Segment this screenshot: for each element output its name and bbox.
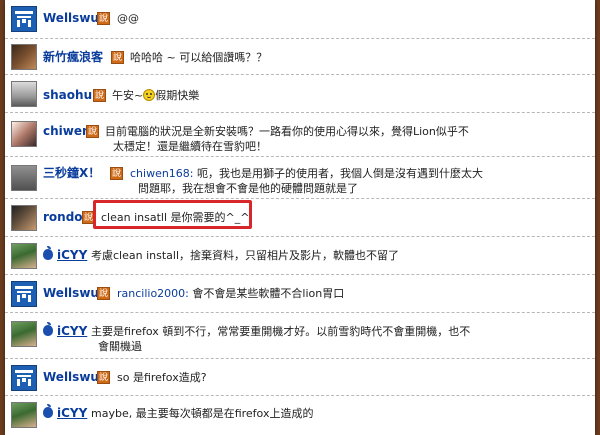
avatar[interactable] xyxy=(11,281,37,307)
avatar[interactable] xyxy=(11,81,37,107)
username[interactable]: chiwen xyxy=(43,124,91,138)
comment-text: so 是firefox造成? xyxy=(117,371,207,384)
comment-list: Wellswu 說 @@ 新竹瘋浪客 說 哈哈哈 ~ 可以給個讚嗎？？ shao… xyxy=(5,0,595,435)
avatar[interactable] xyxy=(11,44,37,70)
say-badge: 說 xyxy=(111,51,124,64)
username[interactable]: Wellswu xyxy=(43,11,99,25)
comment-text-end: 假期快樂 xyxy=(155,89,200,102)
say-badge: 說 xyxy=(86,125,99,138)
avatar[interactable] xyxy=(11,165,37,191)
comment-text-body: 會不會是某些軟體不合lion胃口 xyxy=(188,287,345,300)
list-item: Wellswu 說 rancilio2000: 會不會是某些軟體不合lion胃口 xyxy=(5,275,595,313)
site-logo-icon xyxy=(15,11,33,27)
avatar[interactable] xyxy=(11,121,37,147)
comment-text-line2: 問題耶，我在想會不會是他的硬體問題就是了 xyxy=(138,182,358,195)
comment-text: rancilio2000: 會不會是某些軟體不合lion胃口 xyxy=(117,286,344,301)
list-item: iCYY 主要是firefox 頓到不行，常常要重開機才好。以前雪豹時代不會重開… xyxy=(5,313,595,359)
comment-text-line2: 太穩定！還是繼續待在雪豹吧！ xyxy=(113,140,267,153)
list-item: Wellswu 說 @@ xyxy=(5,0,595,39)
comment-text: 午安~ 假期快樂 xyxy=(112,88,199,103)
comment-text: @@ xyxy=(117,12,139,25)
reply-mention[interactable]: rancilio2000: xyxy=(117,287,189,300)
username[interactable]: 三秒鐘X！ xyxy=(43,166,100,180)
comment-text: 考慮clean install，捨棄資料，只留相片及影片，軟體也不留了 xyxy=(91,249,400,262)
comment-text-line1: chiwen168: 呃，我也是用獅子的使用者，我個人倒是沒有遇到什麼太大 xyxy=(130,166,483,181)
apple-icon xyxy=(43,322,53,336)
avatar[interactable] xyxy=(11,243,37,269)
username-label: iCYY xyxy=(57,324,88,338)
comment-text-line2: 會關機過 xyxy=(98,340,142,353)
say-badge: 說 xyxy=(97,287,110,300)
avatar[interactable] xyxy=(11,6,37,32)
reply-mention[interactable]: chiwen168: xyxy=(130,167,194,180)
avatar[interactable] xyxy=(11,205,37,231)
comment-text: 哈哈哈 ~ 可以給個讚嗎？？ xyxy=(130,51,268,64)
smiley-icon xyxy=(143,89,156,101)
comment-panel: Wellswu 說 @@ 新竹瘋浪客 說 哈哈哈 ~ 可以給個讚嗎？？ shao… xyxy=(5,0,595,435)
say-badge: 說 xyxy=(97,12,110,25)
username[interactable]: rondo xyxy=(43,210,83,224)
avatar[interactable] xyxy=(11,365,37,391)
username[interactable]: Wellswu xyxy=(43,370,99,384)
username[interactable]: iCYY xyxy=(43,404,88,420)
site-logo-icon xyxy=(15,286,33,302)
site-logo-icon xyxy=(15,370,33,386)
say-badge: 說 xyxy=(110,167,123,180)
username-label: iCYY xyxy=(57,406,88,420)
comment-text-line1: 目前電腦的狀況是全新安裝嗎？一路看你的使用心得以來，覺得Lion似乎不 xyxy=(105,125,469,138)
username[interactable]: iCYY xyxy=(43,322,88,338)
username-label: iCYY xyxy=(57,248,88,262)
list-item: Wellswu 說 so 是firefox造成? xyxy=(5,359,595,396)
comment-text: 呃，我也是用獅子的使用者，我個人倒是沒有遇到什麼太大 xyxy=(193,167,484,180)
comment-text-line1: 主要是firefox 頓到不行，常常要重開機才好。以前雪豹時代不會重開機，也不 xyxy=(91,325,471,338)
say-badge: 說 xyxy=(97,371,110,384)
avatar[interactable] xyxy=(11,321,37,347)
list-item: iCYY 考慮clean install，捨棄資料，只留相片及影片，軟體也不留了 xyxy=(5,237,595,275)
list-item: 新竹瘋浪客 說 哈哈哈 ~ 可以給個讚嗎？？ xyxy=(5,39,595,75)
username[interactable]: iCYY xyxy=(43,246,88,262)
avatar[interactable] xyxy=(11,402,37,428)
apple-icon xyxy=(43,404,53,418)
comment-text-start: 午安~ xyxy=(112,89,144,102)
comment-text: maybe, 最主要每次頓都是在firefox上造成的 xyxy=(91,407,314,420)
username[interactable]: 新竹瘋浪客 xyxy=(43,50,103,64)
say-badge: 說 xyxy=(93,89,106,102)
username[interactable]: shaohu xyxy=(43,88,92,102)
list-item: 三秒鐘X！ 說 chiwen168: 呃，我也是用獅子的使用者，我個人倒是沒有遇… xyxy=(5,157,595,199)
list-item: chiwen 說 目前電腦的狀況是全新安裝嗎？一路看你的使用心得以來，覺得Lio… xyxy=(5,113,595,157)
username[interactable]: Wellswu xyxy=(43,286,99,300)
apple-icon xyxy=(43,246,53,260)
highlight-box xyxy=(93,200,252,229)
list-item: iCYY maybe, 最主要每次頓都是在firefox上造成的 xyxy=(5,396,595,435)
list-item: shaohu 說 午安~ 假期快樂 xyxy=(5,75,595,113)
